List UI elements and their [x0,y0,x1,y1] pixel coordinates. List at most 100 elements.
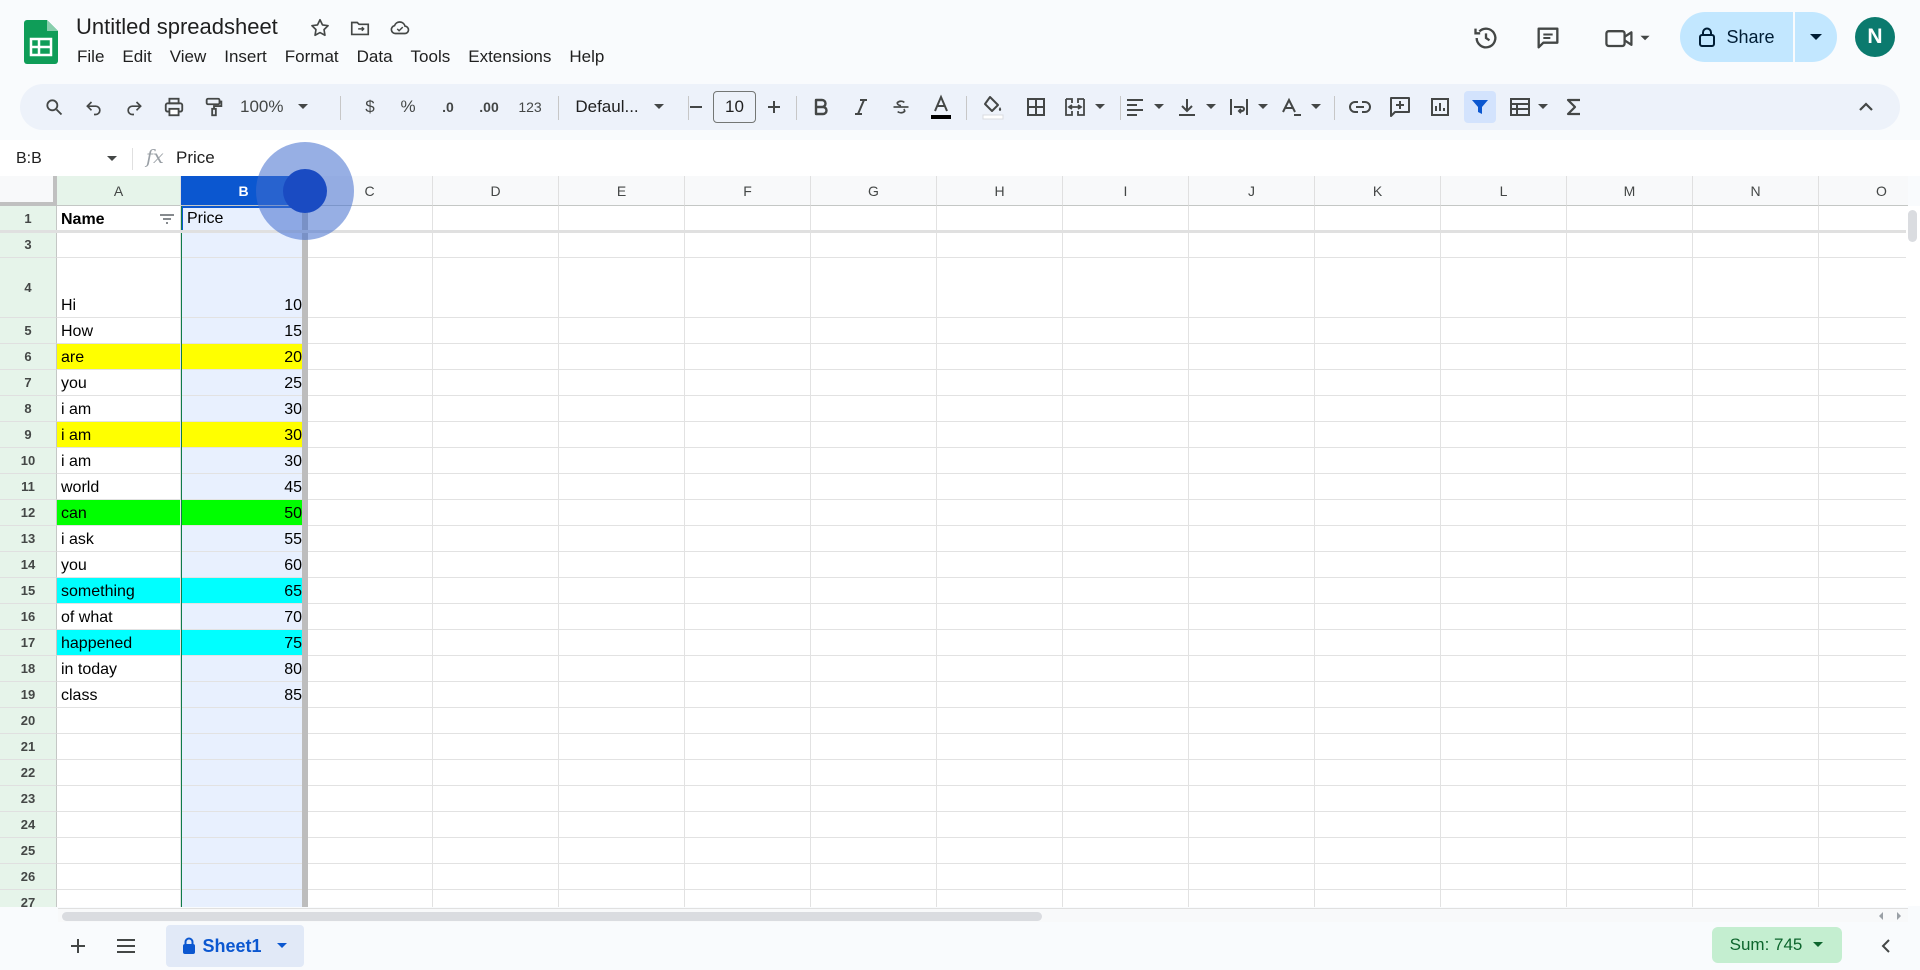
column-header-i[interactable]: I [1063,176,1189,206]
cell-price[interactable] [181,864,307,890]
cell-name[interactable]: something [57,578,181,604]
cell-name[interactable]: i ask [57,526,181,552]
cell-name[interactable]: are [57,344,181,370]
cell-price[interactable]: 45 [181,474,307,500]
sheet-tab-sheet1[interactable]: Sheet1 [166,925,304,967]
cell-name[interactable] [57,232,181,258]
horizontal-scroll-thumb[interactable] [62,912,1042,921]
row-header[interactable]: 24 [0,812,57,838]
decrease-decimal-button[interactable]: .0 [432,91,464,123]
row-header[interactable]: 9 [0,422,57,448]
cell-name[interactable]: i am [57,396,181,422]
paint-format-icon[interactable] [198,91,230,123]
cell-price[interactable] [181,708,307,734]
cell-price[interactable]: 20 [181,344,307,370]
zoom-select[interactable]: 100% [240,91,320,123]
cell-name[interactable] [57,786,181,812]
select-all-corner[interactable] [0,176,57,206]
cell-price[interactable] [181,838,307,864]
menu-data[interactable]: Data [348,46,402,68]
cell-price[interactable]: 60 [181,552,307,578]
row-header[interactable]: 19 [0,682,57,708]
formula-input[interactable]: Price [176,148,215,168]
cell-price[interactable] [181,786,307,812]
column-header-l[interactable]: L [1441,176,1567,206]
cell-price[interactable] [181,734,307,760]
row-header[interactable]: 17 [0,630,57,656]
cell-name[interactable]: world [57,474,181,500]
filter-views-icon[interactable] [1504,91,1554,123]
add-sheet-icon[interactable] [64,932,92,960]
row-header[interactable]: 26 [0,864,57,890]
redo-icon[interactable] [118,91,150,123]
column-header-k[interactable]: K [1315,176,1441,206]
row-header[interactable]: 4 [0,258,57,318]
column-header-h[interactable]: H [937,176,1063,206]
comments-icon[interactable] [1528,18,1568,58]
merge-cells-icon[interactable] [1060,91,1110,123]
column-filter-icon[interactable] [159,212,175,230]
menu-insert[interactable]: Insert [215,46,276,68]
cell-name[interactable] [57,864,181,890]
cell-name[interactable]: you [57,370,181,396]
menu-help[interactable]: Help [560,46,613,68]
cell-price[interactable]: 25 [181,370,307,396]
menu-tools[interactable]: Tools [402,46,460,68]
percent-format-button[interactable]: % [394,91,422,123]
row-header[interactable]: 7 [0,370,57,396]
cell-price[interactable]: 30 [181,422,307,448]
cell-price[interactable]: 75 [181,630,307,656]
sheets-logo-icon[interactable] [24,20,58,64]
cell-price[interactable]: 15 [181,318,307,344]
column-header-j[interactable]: J [1189,176,1315,206]
meet-video-icon[interactable] [1598,18,1658,58]
borders-icon[interactable] [1020,91,1052,123]
filter-icon[interactable] [1464,91,1496,123]
row-header[interactable]: 27 [0,890,57,907]
insert-chart-icon[interactable] [1424,91,1456,123]
row-header[interactable]: 25 [0,838,57,864]
cell-name[interactable]: i am [57,422,181,448]
row-header[interactable]: 10 [0,448,57,474]
text-rotation-icon[interactable] [1276,91,1326,123]
cell-name[interactable]: happened [57,630,181,656]
cell-price[interactable] [181,760,307,786]
insert-link-icon[interactable] [1344,91,1376,123]
increase-decimal-button[interactable]: .00 [472,91,506,123]
column-header-n[interactable]: N [1693,176,1819,206]
scroll-right-icon[interactable] [1894,911,1904,921]
share-options-button[interactable] [1795,12,1837,62]
strikethrough-icon[interactable] [886,91,916,123]
menu-format[interactable]: Format [276,46,348,68]
vertical-align-icon[interactable] [1172,91,1222,123]
fill-color-icon[interactable] [976,91,1010,123]
column-header-d[interactable]: D [433,176,559,206]
row-header[interactable]: 21 [0,734,57,760]
menu-view[interactable]: View [161,46,216,68]
cell-name[interactable]: class [57,682,181,708]
column-header-a[interactable]: A [57,176,181,206]
column-header-e[interactable]: E [559,176,685,206]
row-header[interactable]: 5 [0,318,57,344]
cell-name[interactable] [57,734,181,760]
cell-name[interactable]: can [57,500,181,526]
cell-name[interactable] [57,890,181,907]
cell-price[interactable] [181,812,307,838]
spreadsheet-grid[interactable]: ABCDEFGHIJKLMNO 1 Name Price 3 4 Hi 10 5 How 15 6 a… [0,176,1908,907]
cell-name[interactable] [57,812,181,838]
column-header-g[interactable]: G [811,176,937,206]
sum-summary-button[interactable]: Sum: 745 [1712,927,1842,963]
row-header[interactable]: 18 [0,656,57,682]
font-size-input[interactable]: 10 [713,91,756,123]
row-header[interactable]: 8 [0,396,57,422]
more-formats-button[interactable]: 123 [512,91,548,123]
functions-icon[interactable] [1558,91,1590,123]
cell-name[interactable]: you [57,552,181,578]
row-header[interactable]: 6 [0,344,57,370]
row-header[interactable]: 16 [0,604,57,630]
row-header[interactable]: 23 [0,786,57,812]
column-header-f[interactable]: F [685,176,811,206]
row-header[interactable]: 13 [0,526,57,552]
cell-price[interactable] [181,890,307,907]
frozen-column-divider[interactable] [302,176,308,907]
